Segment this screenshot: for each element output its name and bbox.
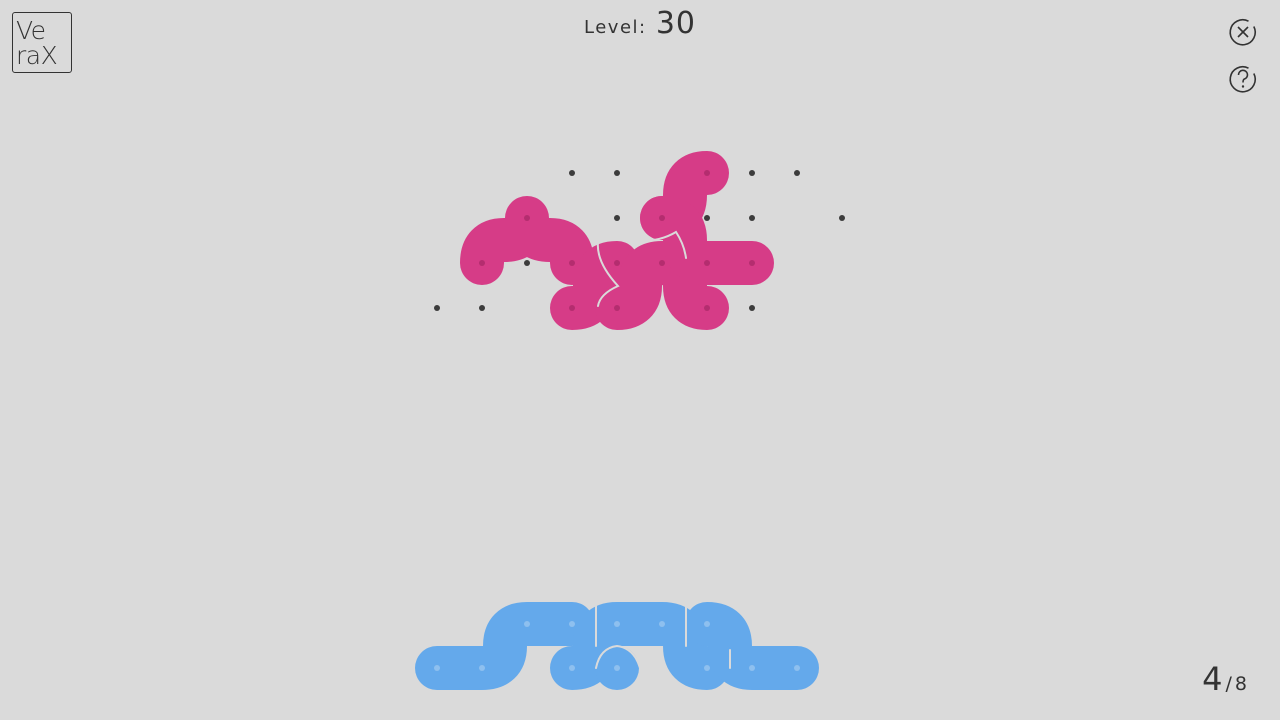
- progress-separator: /: [1225, 673, 1233, 695]
- blue-piece-4: [685, 602, 819, 690]
- grid-dot: [704, 215, 710, 221]
- tray-node: [569, 621, 575, 627]
- target-node: [704, 260, 710, 266]
- grid-dot: [569, 170, 575, 176]
- target-node: [614, 305, 620, 311]
- tray-node: [614, 665, 620, 671]
- tray-node: [794, 665, 800, 671]
- target-piece-left: [460, 196, 594, 285]
- tray-node: [659, 621, 665, 627]
- grid-dot: [479, 305, 485, 311]
- grid-dot: [434, 305, 440, 311]
- grid-dot: [614, 215, 620, 221]
- target-node: [479, 260, 485, 266]
- tray-node: [479, 665, 485, 671]
- game-board[interactable]: [0, 0, 1280, 720]
- tray-node: [749, 665, 755, 671]
- target-node: [659, 260, 665, 266]
- target-node: [704, 305, 710, 311]
- target-node: [569, 305, 575, 311]
- tray-node: [704, 621, 710, 627]
- target-node: [524, 215, 530, 221]
- tray-node: [614, 621, 620, 627]
- grid-dot: [749, 215, 755, 221]
- grid-dot: [749, 170, 755, 176]
- target-node: [659, 215, 665, 221]
- grid-dot: [839, 215, 845, 221]
- tray-node: [524, 621, 530, 627]
- target-shape: [460, 151, 774, 330]
- target-node: [749, 260, 755, 266]
- progress-current: 4: [1202, 660, 1224, 698]
- grid-dot: [749, 305, 755, 311]
- grid-dot: [614, 170, 620, 176]
- target-node: [569, 260, 575, 266]
- tray-node: [704, 665, 710, 671]
- target-node: [614, 260, 620, 266]
- grid-dot: [794, 170, 800, 176]
- target-node: [704, 170, 710, 176]
- target-piece-right: [640, 196, 774, 285]
- progress-total: 8: [1234, 673, 1248, 695]
- level-progress-counter: 4/8: [1202, 660, 1248, 698]
- tray-node: [434, 665, 440, 671]
- tray-node: [569, 665, 575, 671]
- grid-dot: [524, 260, 530, 266]
